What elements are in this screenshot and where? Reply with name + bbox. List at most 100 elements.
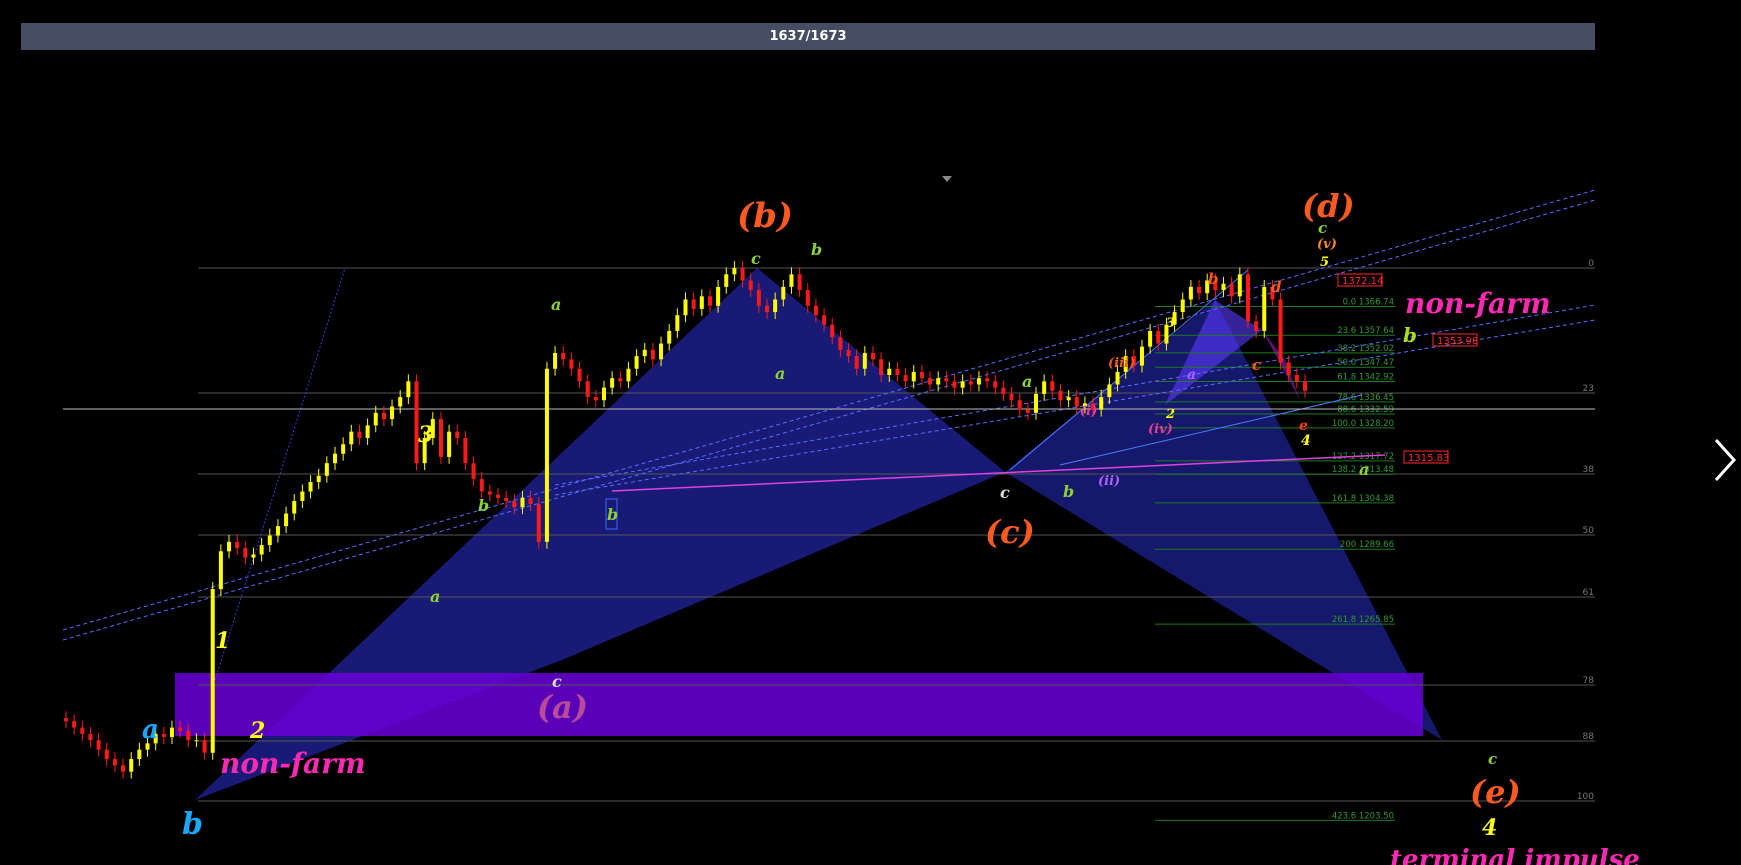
candle-body	[1180, 299, 1185, 313]
candle-body	[748, 280, 753, 291]
candle-body	[650, 349, 655, 360]
label-c-green-e: c	[1488, 750, 1497, 768]
candle-body	[496, 494, 501, 498]
label-c-green-d: c	[1318, 219, 1327, 237]
label-3-small: 3	[1166, 316, 1175, 331]
label-wave-c-big: (c)	[985, 513, 1035, 551]
candle-body	[357, 431, 362, 438]
candle-body	[1074, 397, 1079, 407]
candle-body	[879, 359, 884, 376]
candle-body	[577, 368, 582, 382]
level-label: 61	[1583, 588, 1594, 598]
candle-body	[699, 296, 704, 309]
candle-body	[259, 545, 264, 555]
candle-body	[919, 371, 924, 379]
candle-body	[1197, 286, 1202, 294]
chevron-right-icon[interactable]	[1712, 436, 1740, 484]
candle-body	[1237, 274, 1242, 297]
label-b-green-1: b	[478, 496, 489, 515]
label-4-small: 4	[1301, 433, 1311, 449]
candle-body	[985, 378, 990, 382]
candle-body	[960, 381, 965, 388]
candle-body	[1245, 274, 1250, 322]
candle-body	[952, 381, 957, 388]
candle-body	[520, 497, 525, 508]
candle-body	[267, 535, 272, 546]
label-d-red: d	[1271, 278, 1282, 296]
label-c-red: c	[1252, 356, 1261, 374]
candle-body	[634, 356, 639, 369]
candle-body	[830, 324, 835, 338]
label-a-green-3: a	[775, 364, 785, 383]
candle-body	[1229, 283, 1234, 297]
candle-body	[944, 378, 949, 382]
candle-body	[667, 330, 672, 344]
candle-body	[610, 378, 615, 388]
candle-body	[936, 378, 941, 385]
candle-body	[928, 378, 933, 385]
candle-body	[381, 412, 386, 420]
label-5-small: 5	[1320, 255, 1329, 270]
candle-body	[1221, 283, 1226, 291]
candle-body	[194, 740, 199, 742]
fib-label: 50.0 1347.47	[1337, 358, 1394, 368]
fib-label: 38.2 1352.02	[1337, 344, 1394, 354]
chevron-down-icon[interactable]	[942, 176, 952, 182]
fib-label: 100.0 1328.20	[1332, 419, 1394, 429]
candle-body	[324, 463, 329, 476]
label-c-green-top: c	[751, 249, 761, 268]
candle-body	[813, 305, 818, 316]
candle-body	[210, 589, 215, 753]
candle-body	[544, 368, 549, 542]
candle-body	[569, 359, 574, 369]
candle-body	[1058, 390, 1063, 401]
candle-body	[1042, 381, 1047, 394]
candle-body	[1294, 375, 1299, 382]
label-c-white-1: c	[552, 672, 562, 691]
label-a-purple: a	[1187, 367, 1196, 383]
label-e-red: e	[1299, 418, 1308, 434]
candle-body	[64, 718, 68, 722]
candle-body	[178, 727, 183, 731]
level-label: 88	[1583, 732, 1595, 742]
price-chart[interactable]: 0233850617888100 0.0 1366.7423.6 1357.64…	[0, 0, 1741, 865]
wave-labels: (b) (a) (c) (d) (e) non-farm non-farm te…	[142, 187, 1640, 865]
candle-body	[1099, 397, 1104, 410]
candle-body	[601, 387, 606, 401]
candle-body	[235, 541, 240, 549]
candle-body	[243, 548, 248, 558]
fib-label: 0.0 1366.74	[1343, 298, 1394, 308]
candle-body	[1025, 409, 1030, 413]
candle-body	[707, 296, 712, 306]
label-terminal: terminal impulse	[1390, 845, 1640, 865]
candle-body	[903, 375, 908, 382]
candle-body	[112, 759, 117, 766]
candle-body	[553, 352, 558, 369]
candle-body	[659, 343, 664, 360]
candle-body	[406, 381, 411, 398]
label-3: 3	[418, 422, 433, 448]
candle-body	[887, 368, 892, 376]
label-b-green-2: b	[1063, 482, 1074, 501]
label-a-green-1: a	[430, 587, 440, 606]
candle-body	[104, 749, 109, 760]
fib-label: 61.8 1342.92	[1337, 373, 1394, 383]
fib-label: 200 1289.66	[1340, 540, 1394, 550]
candle-body	[846, 349, 851, 357]
candle-body	[1148, 330, 1153, 347]
level-label: 78	[1583, 676, 1595, 686]
candle-body	[512, 500, 517, 508]
candle-body	[186, 730, 191, 741]
candle-body	[797, 274, 802, 291]
candle-body	[740, 268, 745, 281]
fib-label: 88.6 1332.59	[1337, 405, 1394, 415]
candle-body	[585, 381, 590, 398]
candle-body	[275, 526, 280, 536]
candle-body	[137, 749, 142, 760]
level-label: 0	[1588, 259, 1594, 269]
candle-body	[1262, 286, 1267, 331]
label-wave-a-big: (a)	[537, 688, 588, 726]
candle-body	[618, 378, 623, 382]
candle-body	[1115, 371, 1120, 385]
label-non-farm-2: non-farm	[1405, 287, 1551, 320]
